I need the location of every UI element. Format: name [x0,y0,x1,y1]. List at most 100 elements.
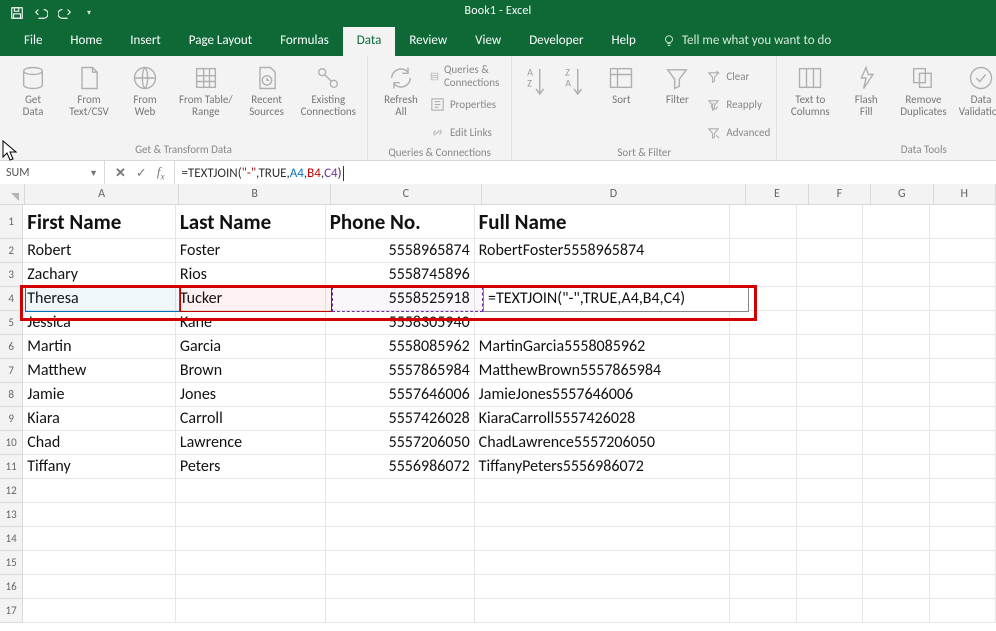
cell[interactable]: Theresa [23,287,176,311]
cell[interactable] [176,575,326,599]
cell[interactable]: JamieJones5557646006 [475,383,731,407]
col-header[interactable]: A [25,184,180,204]
refresh-all-button[interactable]: Refresh All [374,62,428,118]
cell[interactable] [176,503,326,527]
cell[interactable] [475,263,731,287]
remove-duplicates-button[interactable]: Remove Duplicates [895,62,951,118]
cell[interactable] [863,335,929,359]
cell[interactable] [176,599,326,623]
cell[interactable] [730,599,796,623]
cell[interactable] [475,479,731,503]
cell[interactable] [863,359,929,383]
flash-fill-button[interactable]: Flash Fill [839,62,893,118]
cell[interactable] [797,407,863,431]
get-data-button[interactable]: Get Data [6,62,60,118]
cell[interactable] [930,503,996,527]
cell[interactable]: Jamie [23,383,176,407]
existing-connections-button[interactable]: Existing Connections [296,62,361,118]
cell[interactable] [176,551,326,575]
cell[interactable]: 5558965874 [326,239,475,263]
cell[interactable]: Brown [176,359,326,383]
row-header[interactable]: 5 [0,311,23,335]
cell[interactable] [797,287,863,311]
worksheet-grid[interactable]: A B C D E F G H 1 First Name Last Name P… [0,184,996,631]
tab-file[interactable]: File [10,27,56,56]
row-header[interactable]: 16 [0,575,23,599]
tab-home[interactable]: Home [56,27,116,56]
col-header[interactable]: H [934,184,996,204]
cell[interactable] [730,455,796,479]
cell[interactable]: 5558305940 [326,311,475,335]
cell[interactable]: TiffanyPeters5556986072 [475,455,731,479]
cell[interactable] [863,575,929,599]
cancel-icon[interactable]: ✕ [115,165,126,181]
cell[interactable]: Kane [176,311,326,335]
cell[interactable]: 5557426028 [326,407,475,431]
cell[interactable] [930,527,996,551]
cell[interactable] [930,205,996,239]
cell[interactable]: MatthewBrown5557865984 [475,359,731,383]
cell[interactable]: KiaraCarroll5557426028 [475,407,731,431]
from-text-csv-button[interactable]: From Text/CSV [62,62,116,118]
cell[interactable] [730,431,796,455]
cell[interactable] [797,263,863,287]
cell[interactable] [797,455,863,479]
advanced-button[interactable]: Advanced [706,120,770,144]
cell[interactable] [797,311,863,335]
cell[interactable]: Last Name [176,205,326,239]
tab-insert[interactable]: Insert [116,27,175,56]
cell[interactable] [930,311,996,335]
cell[interactable] [863,455,929,479]
cell[interactable] [23,479,176,503]
cell[interactable] [730,287,796,311]
from-web-button[interactable]: From Web [118,62,172,118]
cell[interactable] [863,407,929,431]
cell[interactable] [797,431,863,455]
row-header[interactable]: 6 [0,335,23,359]
cell[interactable] [475,311,731,335]
cell[interactable] [797,359,863,383]
cell[interactable] [863,239,929,263]
cell[interactable] [930,431,996,455]
cell[interactable] [475,527,731,551]
cell[interactable]: 5557865984 [326,359,475,383]
row-header[interactable]: 11 [0,455,23,479]
queries-connections-button[interactable]: Queries & Connections [430,64,505,88]
cell[interactable] [475,551,731,575]
cell[interactable]: 5558525918 [326,287,475,311]
cell[interactable]: Robert [23,239,176,263]
row-header[interactable]: 8 [0,383,23,407]
select-all-button[interactable] [0,184,25,204]
cell[interactable]: Phone No. [326,205,475,239]
cell[interactable]: First Name [23,205,176,239]
col-header[interactable]: E [746,184,808,204]
cell[interactable] [797,383,863,407]
cell[interactable]: 5558085962 [326,335,475,359]
row-header[interactable]: 9 [0,407,23,431]
row-header[interactable]: 15 [0,551,23,575]
cell[interactable] [23,527,176,551]
cell[interactable] [930,287,996,311]
cell[interactable] [930,335,996,359]
row-header[interactable]: 10 [0,431,23,455]
cell[interactable] [326,527,475,551]
reapply-button[interactable]: Reapply [706,92,770,116]
cell[interactable]: Matthew [23,359,176,383]
col-header[interactable]: F [809,184,871,204]
cell[interactable] [863,551,929,575]
cell[interactable] [23,551,176,575]
cell[interactable] [930,575,996,599]
cell[interactable]: Chad [23,431,176,455]
cell[interactable] [730,335,796,359]
name-box[interactable]: SUM▼ [0,161,105,185]
clear-button[interactable]: Clear [706,64,770,88]
cell[interactable] [930,263,996,287]
cell[interactable] [863,479,929,503]
sort-button[interactable]: Sort [594,62,648,106]
cell[interactable]: Tucker [176,287,326,311]
cell[interactable]: Jones [176,383,326,407]
cell[interactable] [730,527,796,551]
cell[interactable] [863,383,929,407]
properties-button[interactable]: Properties [430,92,505,116]
cell[interactable] [797,479,863,503]
